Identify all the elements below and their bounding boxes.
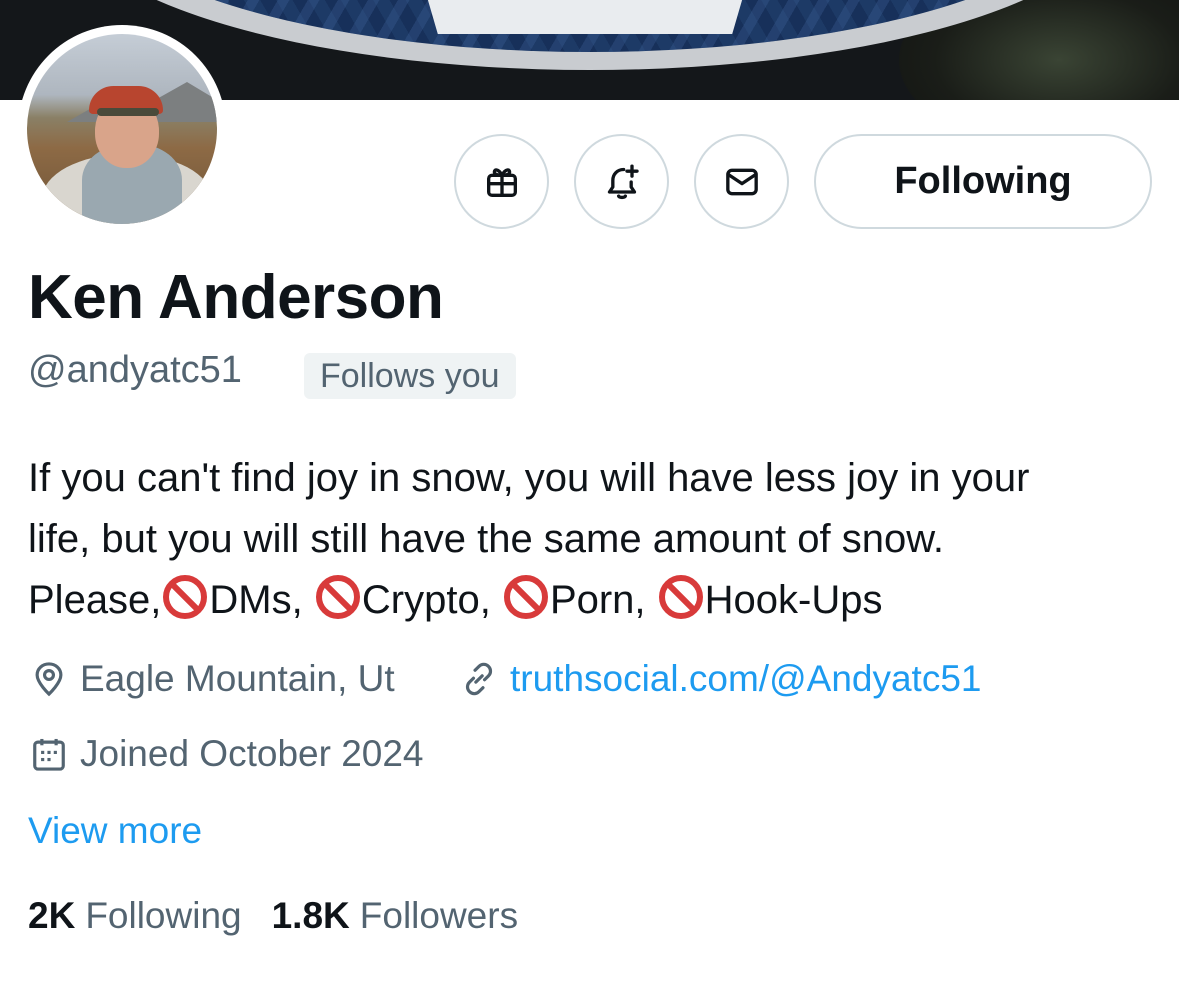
- gift-icon: [486, 167, 517, 197]
- view-more-link[interactable]: View more: [28, 810, 202, 852]
- followers-label: Followers: [359, 895, 519, 936]
- bio-crypto-text: Crypto,: [361, 578, 491, 622]
- bio-line: If you can't find joy in snow, you will …: [28, 456, 1030, 500]
- followers-count: 1.8K: [271, 895, 350, 936]
- prohibited-icon: [163, 575, 208, 619]
- bell-plus-icon: [607, 164, 639, 199]
- follow-stats: 2K Following 1.8K Followers: [28, 895, 548, 937]
- avatar-photo-cap-brim: [97, 108, 159, 116]
- bio-porn-text: Porn,: [549, 578, 646, 622]
- website-link[interactable]: truthsocial.com/@Andyatc51: [510, 658, 982, 700]
- location: Eagle Mountain, Ut: [30, 658, 395, 700]
- bio-please-text: Please,: [28, 578, 162, 622]
- bio-hookups-text: Hook-Ups: [704, 578, 883, 622]
- avatar[interactable]: [18, 25, 226, 233]
- envelope-icon: [725, 168, 758, 195]
- bio-line-restrictions: Please, DMs, Crypto, Porn, Hook-Ups: [28, 570, 1168, 631]
- avatar-photo: [27, 34, 217, 224]
- joined-date: Joined October 2024: [30, 733, 424, 775]
- prohibited-icon: [503, 575, 548, 619]
- bio-line: life, but you will still have the same a…: [28, 517, 945, 561]
- calendar-icon: [33, 738, 65, 771]
- location-text: Eagle Mountain, Ut: [80, 658, 395, 699]
- prohibited-icon: [315, 575, 360, 619]
- followers-stat[interactable]: 1.8K Followers: [272, 895, 518, 937]
- prohibited-icon: [658, 575, 703, 619]
- following-button[interactable]: Following: [814, 134, 1152, 229]
- bio: If you can't find joy in snow, you will …: [28, 448, 1168, 631]
- gift-button[interactable]: [454, 134, 549, 229]
- display-name: Ken Anderson: [28, 263, 444, 332]
- handle: @andyatc51: [28, 349, 242, 391]
- message-button[interactable]: [694, 134, 789, 229]
- notify-button[interactable]: [574, 134, 669, 229]
- website[interactable]: truthsocial.com/@Andyatc51: [460, 658, 982, 700]
- follows-you-badge: Follows you: [304, 353, 516, 399]
- banner-emblem-plate: [425, 0, 745, 34]
- following-count: 2K: [28, 895, 76, 936]
- link-icon: [465, 662, 493, 696]
- following-stat[interactable]: 2K Following: [28, 895, 242, 937]
- following-label: Following: [85, 895, 242, 936]
- joined-text: Joined October 2024: [80, 733, 424, 774]
- bio-dms-text: DMs,: [209, 578, 303, 622]
- location-pin-icon: [35, 662, 63, 697]
